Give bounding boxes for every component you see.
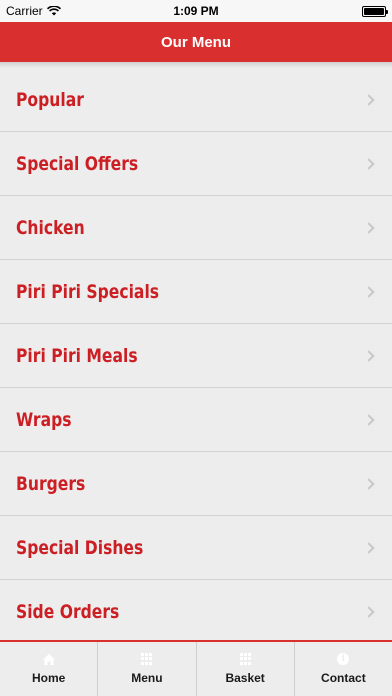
chevron-right-icon bbox=[363, 605, 375, 618]
chevron-right-icon bbox=[363, 349, 375, 362]
menu-list: Popular Special Offers Chicken Piri Piri… bbox=[0, 68, 392, 640]
tab-label: Contact bbox=[321, 671, 366, 685]
menu-item-special-offers[interactable]: Special Offers bbox=[0, 132, 392, 196]
menu-item-label: Special Dishes bbox=[16, 536, 144, 559]
chevron-right-icon bbox=[363, 477, 375, 490]
grid-icon bbox=[239, 653, 251, 665]
menu-item-side-orders[interactable]: Side Orders bbox=[0, 580, 392, 640]
tab-label: Menu bbox=[131, 671, 163, 685]
tab-menu[interactable]: Menu bbox=[98, 642, 197, 696]
menu-item-popular[interactable]: Popular bbox=[0, 68, 392, 132]
tab-contact[interactable]: i Contact bbox=[295, 642, 392, 696]
carrier-label: Carrier bbox=[6, 4, 43, 18]
menu-item-wraps[interactable]: Wraps bbox=[0, 388, 392, 452]
menu-item-burgers[interactable]: Burgers bbox=[0, 452, 392, 516]
chevron-right-icon bbox=[363, 93, 375, 106]
menu-item-piri-piri-meals[interactable]: Piri Piri Meals bbox=[0, 324, 392, 388]
menu-item-label: Special Offers bbox=[16, 152, 139, 175]
menu-item-label: Side Orders bbox=[16, 600, 120, 623]
chevron-right-icon bbox=[363, 285, 375, 298]
chevron-right-icon bbox=[363, 221, 375, 234]
menu-item-special-dishes[interactable]: Special Dishes bbox=[0, 516, 392, 580]
menu-item-label: Popular bbox=[16, 88, 84, 111]
nav-bar: Our Menu bbox=[0, 22, 392, 62]
grid-icon bbox=[141, 653, 153, 665]
menu-item-piri-piri-specials[interactable]: Piri Piri Specials bbox=[0, 260, 392, 324]
menu-item-label: Piri Piri Specials bbox=[16, 280, 160, 303]
chevron-right-icon bbox=[363, 413, 375, 426]
chevron-right-icon bbox=[363, 157, 375, 170]
chevron-right-icon bbox=[363, 541, 375, 554]
tab-home[interactable]: Home bbox=[0, 642, 99, 696]
menu-item-label: Piri Piri Meals bbox=[16, 344, 138, 367]
page-title: Our Menu bbox=[161, 33, 231, 51]
menu-item-chicken[interactable]: Chicken bbox=[0, 196, 392, 260]
info-icon: i bbox=[337, 653, 350, 665]
status-bar: Carrier 1:09 PM bbox=[0, 0, 392, 22]
wifi-icon bbox=[46, 6, 61, 16]
tab-label: Home bbox=[31, 671, 66, 685]
menu-item-label: Chicken bbox=[16, 216, 85, 239]
status-left: Carrier bbox=[6, 4, 61, 18]
battery-icon bbox=[362, 5, 388, 17]
menu-item-label: Wraps bbox=[16, 408, 72, 431]
home-icon bbox=[42, 653, 55, 665]
tab-bar: Home Menu Basket i Contact bbox=[0, 640, 392, 696]
tab-label: Basket bbox=[225, 671, 265, 685]
menu-item-label: Burgers bbox=[16, 472, 86, 495]
tab-basket[interactable]: Basket bbox=[197, 642, 295, 696]
